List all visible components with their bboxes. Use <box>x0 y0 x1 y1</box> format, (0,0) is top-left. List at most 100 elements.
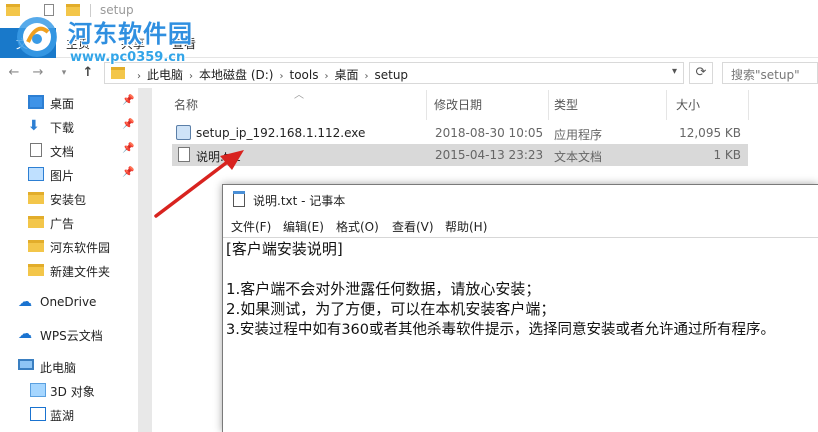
sidebar-item-label: 广告 <box>50 217 75 231</box>
tab-file-label: 文件 <box>16 37 41 51</box>
wps-cloud-icon: ☁ <box>18 326 32 342</box>
ribbon: 文件 主页 共享 查看 <box>0 22 818 58</box>
breadcrumb-item-desktop[interactable]: 桌面 <box>334 68 358 82</box>
chevron-right-icon: › <box>137 71 141 82</box>
sidebar-item-ads[interactable]: 广告 <box>0 210 140 234</box>
menu-help[interactable]: 帮助(H) <box>445 218 487 235</box>
breadcrumb-item-setup[interactable]: setup <box>374 68 408 82</box>
address-dropdown-icon[interactable]: ▾ <box>672 66 677 77</box>
properties-icon[interactable] <box>44 4 54 16</box>
new-folder-icon[interactable] <box>66 4 80 16</box>
sidebar-item-label: 蓝湖 <box>50 409 75 423</box>
sidebar-item-documents[interactable]: 文档 📌 <box>0 138 140 162</box>
window-title: setup <box>100 3 134 17</box>
sidebar-item-label: 新建文件夹 <box>50 265 111 279</box>
tab-home[interactable]: 主页 <box>66 35 90 52</box>
onedrive-icon: ☁ <box>18 294 32 310</box>
menu-format[interactable]: 格式(O) <box>336 218 379 235</box>
sidebar-item-label: 此电脑 <box>40 361 77 375</box>
notepad-menu-bar: 文件(F) 编辑(E) 格式(O) 查看(V) 帮助(H) <box>223 215 818 237</box>
menu-edit[interactable]: 编辑(E) <box>283 218 324 235</box>
lanhu-icon <box>30 407 46 421</box>
text-line: 1.客户端不会对外泄露任何数据，请放心安装； <box>226 280 541 298</box>
sidebar-item-label: 3D 对象 <box>50 385 95 399</box>
sidebar-item-downloads[interactable]: ⬇ 下载 📌 <box>0 114 140 138</box>
pin-icon: 📌 <box>122 119 135 130</box>
tab-view[interactable]: 查看 <box>172 35 196 52</box>
tab-file[interactable]: 文件 <box>0 28 56 58</box>
sidebar-item-label: 桌面 <box>50 97 75 111</box>
sidebar-item-label: 安装包 <box>50 193 87 207</box>
file-size: 12,095 KB <box>679 126 741 140</box>
menu-view[interactable]: 查看(V) <box>392 218 434 235</box>
recent-locations-button[interactable]: ▾ <box>56 65 72 81</box>
download-icon: ⬇ <box>28 118 40 134</box>
sidebar-item-install-packages[interactable]: 安装包 <box>0 186 140 210</box>
sidebar-item-desktop[interactable]: 桌面 📌 <box>0 90 140 114</box>
chevron-right-icon[interactable]: › <box>364 71 368 82</box>
folder-icon <box>6 4 20 16</box>
this-pc-icon <box>18 359 34 370</box>
sidebar-item-label: 下载 <box>50 121 75 135</box>
notepad-title-bar[interactable]: 说明.txt - 记事本 <box>223 185 818 215</box>
file-date: 2018-08-30 10:05 <box>435 126 544 140</box>
tab-share[interactable]: 共享 <box>121 35 145 52</box>
chevron-right-icon[interactable]: › <box>279 71 283 82</box>
sidebar-item-wps-cloud[interactable]: ☁ WPS云文档 <box>0 322 140 346</box>
column-divider[interactable] <box>748 90 749 120</box>
column-header-type[interactable]: 类型 <box>554 96 578 113</box>
text-line: 2.如果测试，为了方便，可以在本机安装客户端； <box>226 300 556 318</box>
sort-caret-icon: ︿ <box>294 90 304 101</box>
forward-button[interactable]: → <box>30 65 46 81</box>
sidebar-item-lanhu[interactable]: 蓝湖 <box>0 402 140 426</box>
pin-icon: 📌 <box>122 167 135 178</box>
breadcrumb-item-this-pc[interactable]: 此电脑 <box>147 68 183 82</box>
folder-icon <box>28 192 44 204</box>
sidebar-item-label: 图片 <box>50 169 75 183</box>
text-line: 3.安装过程中如有360或者其他杀毒软件提示，选择同意安装或者允许通过所有程序。 <box>226 322 776 338</box>
sidebar-item-hedong[interactable]: 河东软件园 <box>0 234 140 258</box>
up-button[interactable]: ↑ <box>80 65 96 81</box>
sidebar-item-label: 河东软件园 <box>50 241 111 255</box>
search-input[interactable]: 搜索"setup" <box>722 62 818 84</box>
search-placeholder: 搜索"setup" <box>731 68 800 82</box>
sidebar-item-onedrive[interactable]: ☁ OneDrive <box>0 290 140 314</box>
column-divider[interactable] <box>548 90 549 120</box>
file-name: setup_ip_192.168.1.112.exe <box>196 126 366 140</box>
application-icon <box>176 125 191 140</box>
refresh-button[interactable]: ⟳ <box>689 62 713 84</box>
pictures-icon <box>28 167 44 181</box>
breadcrumb-item-drive[interactable]: 本地磁盘 (D:) <box>199 68 273 82</box>
sidebar-item-this-pc[interactable]: 此电脑 <box>0 354 140 378</box>
address-bar[interactable]: › 此电脑 › 本地磁盘 (D:) › tools › 桌面 › setup ▾ <box>104 62 684 84</box>
notepad-text-area[interactable]: [客户端安装说明] 1.客户端不会对外泄露任何数据，请放心安装； 2.如果测试，… <box>223 237 818 432</box>
sidebar-item-label: OneDrive <box>40 295 97 309</box>
folder-icon <box>28 264 44 276</box>
sidebar-item-new-folder[interactable]: 新建文件夹 <box>0 258 140 282</box>
desktop-icon <box>28 95 44 109</box>
file-type: 文本文档 <box>554 150 603 164</box>
3d-objects-icon <box>30 383 46 397</box>
navigation-pane: 桌面 📌 ⬇ 下载 📌 文档 📌 图片 📌 安装包 广告 河东软件园 新建文件夹… <box>0 88 152 432</box>
file-size: 1 KB <box>713 148 741 162</box>
back-button[interactable]: ← <box>6 65 22 81</box>
title-bar: setup <box>0 0 818 22</box>
column-header-name[interactable]: 名称 <box>174 96 198 113</box>
notepad-window: 说明.txt - 记事本 文件(F) 编辑(E) 格式(O) 查看(V) 帮助(… <box>222 184 818 432</box>
chevron-right-icon[interactable]: › <box>189 71 193 82</box>
chevron-right-icon[interactable]: › <box>324 71 328 82</box>
column-header-size[interactable]: 大小 <box>676 96 700 113</box>
breadcrumb-item-tools[interactable]: tools <box>289 68 318 82</box>
table-row[interactable]: 说明.txt 2015-04-13 23:23 文本文档 1 KB <box>172 144 748 166</box>
column-divider[interactable] <box>426 90 427 120</box>
sidebar-item-pictures[interactable]: 图片 📌 <box>0 162 140 186</box>
sidebar-item-label: WPS云文档 <box>40 329 103 343</box>
title-separator <box>90 4 91 17</box>
table-row[interactable]: setup_ip_192.168.1.112.exe 2018-08-30 10… <box>172 122 748 144</box>
column-divider[interactable] <box>666 90 667 120</box>
sidebar-item-label: 文档 <box>50 145 75 159</box>
folder-icon <box>28 216 44 228</box>
column-header-date[interactable]: 修改日期 <box>434 96 482 113</box>
text-line: [客户端安装说明] <box>226 240 343 258</box>
sidebar-item-3d-objects[interactable]: 3D 对象 <box>0 378 140 402</box>
